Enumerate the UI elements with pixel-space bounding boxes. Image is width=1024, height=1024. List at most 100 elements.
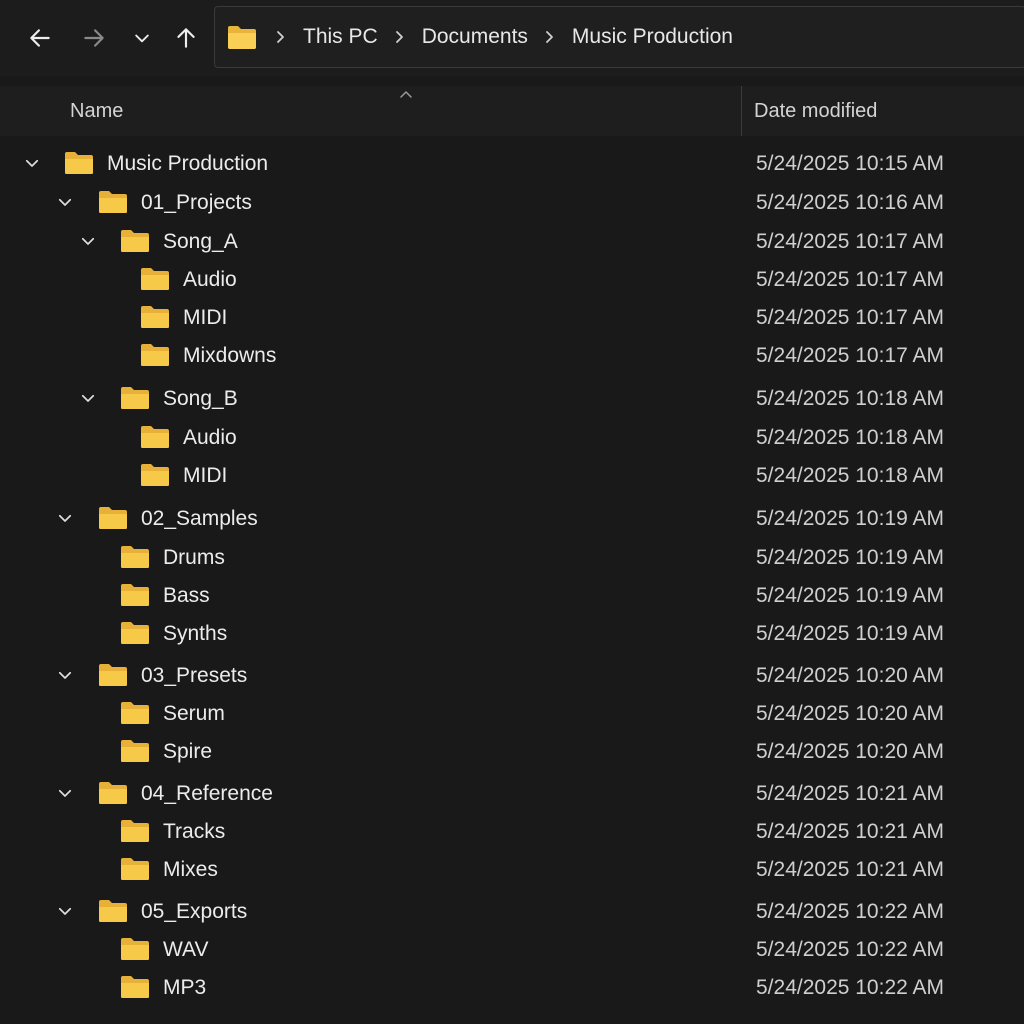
tree-row[interactable]: 05_Exports 5/24/2025 10:22 AM bbox=[0, 892, 1024, 930]
navigation-toolbar: This PC Documents Music Production bbox=[0, 0, 1024, 76]
folder-icon bbox=[120, 545, 150, 574]
up-button[interactable] bbox=[168, 18, 204, 58]
breadcrumb-documents[interactable]: Documents bbox=[414, 25, 536, 49]
tree-row[interactable]: Serum 5/24/2025 10:20 AM bbox=[0, 694, 1024, 732]
date-modified: 5/24/2025 10:16 AM bbox=[756, 191, 944, 214]
chevron-down-icon[interactable] bbox=[78, 231, 98, 251]
date-modified: 5/24/2025 10:19 AM bbox=[756, 584, 944, 607]
date-modified: 5/24/2025 10:15 AM bbox=[756, 152, 944, 175]
tree-row[interactable]: Spire 5/24/2025 10:20 AM bbox=[0, 732, 1024, 770]
folder-icon bbox=[98, 781, 128, 810]
tree-row[interactable]: Synths 5/24/2025 10:19 AM bbox=[0, 614, 1024, 652]
folder-icon bbox=[64, 151, 94, 180]
folder-icon bbox=[98, 506, 128, 535]
chevron-down-icon[interactable] bbox=[55, 508, 75, 528]
column-header: Name Date modified bbox=[0, 86, 1024, 136]
chevron-down-icon[interactable] bbox=[55, 192, 75, 212]
tree-row[interactable]: Song_B 5/24/2025 10:18 AM bbox=[0, 379, 1024, 417]
chevron-down-icon[interactable] bbox=[55, 665, 75, 685]
date-modified: 5/24/2025 10:19 AM bbox=[756, 546, 944, 569]
folder-name: Audio bbox=[183, 426, 237, 449]
folder-name: Synths bbox=[163, 622, 228, 645]
folder-icon bbox=[227, 24, 257, 50]
tree-row[interactable]: Mixdowns 5/24/2025 10:17 AM bbox=[0, 336, 1024, 374]
folder-icon bbox=[120, 937, 150, 966]
forward-button[interactable] bbox=[76, 18, 112, 58]
date-modified: 5/24/2025 10:17 AM bbox=[756, 230, 944, 253]
date-modified: 5/24/2025 10:17 AM bbox=[756, 268, 944, 291]
folder-name: MIDI bbox=[183, 306, 228, 329]
column-header-name[interactable]: Name bbox=[70, 100, 123, 123]
date-modified: 5/24/2025 10:17 AM bbox=[756, 306, 944, 329]
date-modified: 5/24/2025 10:21 AM bbox=[756, 820, 944, 843]
breadcrumb-separator-icon bbox=[386, 30, 414, 44]
address-bar[interactable]: This PC Documents Music Production bbox=[214, 6, 1024, 68]
date-modified: 5/24/2025 10:18 AM bbox=[756, 387, 944, 410]
tree-row[interactable]: Song_A 5/24/2025 10:17 AM bbox=[0, 222, 1024, 260]
folder-icon bbox=[120, 975, 150, 1004]
tree-row[interactable]: 03_Presets 5/24/2025 10:20 AM bbox=[0, 656, 1024, 694]
tree-row[interactable]: Audio 5/24/2025 10:17 AM bbox=[0, 260, 1024, 298]
folder-name: 02_Samples bbox=[141, 507, 258, 530]
back-button[interactable] bbox=[22, 18, 58, 58]
recent-locations-button[interactable] bbox=[124, 18, 160, 58]
tree-row[interactable]: Music Production 5/24/2025 10:15 AM bbox=[0, 144, 1024, 182]
date-modified: 5/24/2025 10:18 AM bbox=[756, 464, 944, 487]
folder-icon bbox=[140, 463, 170, 492]
tree-row[interactable]: 04_Reference 5/24/2025 10:21 AM bbox=[0, 774, 1024, 812]
folder-icon bbox=[120, 386, 150, 415]
chevron-down-icon[interactable] bbox=[22, 153, 42, 173]
tree-row[interactable]: MIDI 5/24/2025 10:17 AM bbox=[0, 298, 1024, 336]
folder-icon bbox=[120, 857, 150, 886]
folder-name: Serum bbox=[163, 702, 225, 725]
folder-icon bbox=[98, 663, 128, 692]
folder-name: Tracks bbox=[163, 820, 226, 843]
breadcrumb-music-production[interactable]: Music Production bbox=[564, 25, 741, 49]
folder-name: Mixes bbox=[163, 858, 218, 881]
chevron-down-icon[interactable] bbox=[55, 783, 75, 803]
column-header-date-modified[interactable]: Date modified bbox=[754, 100, 877, 123]
date-modified: 5/24/2025 10:20 AM bbox=[756, 702, 944, 725]
tree-row[interactable]: WAV 5/24/2025 10:22 AM bbox=[0, 930, 1024, 968]
folder-name: 03_Presets bbox=[141, 664, 248, 687]
date-modified: 5/24/2025 10:22 AM bbox=[756, 976, 944, 999]
tree-row[interactable]: MP3 5/24/2025 10:22 AM bbox=[0, 968, 1024, 1006]
arrow-right-icon bbox=[84, 29, 104, 47]
folder-name: 05_Exports bbox=[141, 900, 248, 923]
tree-row[interactable]: Bass 5/24/2025 10:19 AM bbox=[0, 576, 1024, 614]
tree-row[interactable]: Tracks 5/24/2025 10:21 AM bbox=[0, 812, 1024, 850]
folder-icon bbox=[120, 583, 150, 612]
folder-name: Audio bbox=[183, 268, 237, 291]
folder-name: Bass bbox=[163, 584, 210, 607]
folder-name: Song_B bbox=[163, 387, 238, 410]
chevron-down-icon[interactable] bbox=[78, 388, 98, 408]
date-modified: 5/24/2025 10:21 AM bbox=[756, 782, 944, 805]
breadcrumb-separator-icon bbox=[536, 30, 564, 44]
folder-name: MIDI bbox=[183, 464, 228, 487]
chevron-down-icon[interactable] bbox=[55, 901, 75, 921]
date-modified: 5/24/2025 10:18 AM bbox=[756, 426, 944, 449]
date-modified: 5/24/2025 10:21 AM bbox=[756, 858, 944, 881]
folder-icon bbox=[120, 229, 150, 258]
date-modified: 5/24/2025 10:22 AM bbox=[756, 900, 944, 923]
column-divider[interactable] bbox=[741, 86, 742, 136]
folder-name: Music Production bbox=[107, 152, 269, 175]
sort-ascending-icon bbox=[398, 86, 414, 104]
folder-icon bbox=[120, 701, 150, 730]
tree-row[interactable]: MIDI 5/24/2025 10:18 AM bbox=[0, 456, 1024, 494]
chevron-down-icon bbox=[135, 34, 149, 43]
folder-name: 04_Reference bbox=[141, 782, 273, 805]
tree-row[interactable]: Drums 5/24/2025 10:19 AM bbox=[0, 538, 1024, 576]
tree-row[interactable]: 01_Projects 5/24/2025 10:16 AM bbox=[0, 183, 1024, 221]
tree-row[interactable]: 02_Samples 5/24/2025 10:19 AM bbox=[0, 499, 1024, 537]
folder-icon bbox=[120, 819, 150, 848]
breadcrumb-separator-icon bbox=[267, 30, 295, 44]
folder-name: Spire bbox=[163, 740, 213, 763]
folder-icon bbox=[120, 621, 150, 650]
tree-row[interactable]: Audio 5/24/2025 10:18 AM bbox=[0, 418, 1024, 456]
tree-row[interactable]: Mixes 5/24/2025 10:21 AM bbox=[0, 850, 1024, 888]
breadcrumb-this-pc[interactable]: This PC bbox=[295, 25, 386, 49]
folder-icon bbox=[140, 343, 170, 372]
arrow-left-icon bbox=[30, 29, 50, 47]
date-modified: 5/24/2025 10:19 AM bbox=[756, 507, 944, 530]
